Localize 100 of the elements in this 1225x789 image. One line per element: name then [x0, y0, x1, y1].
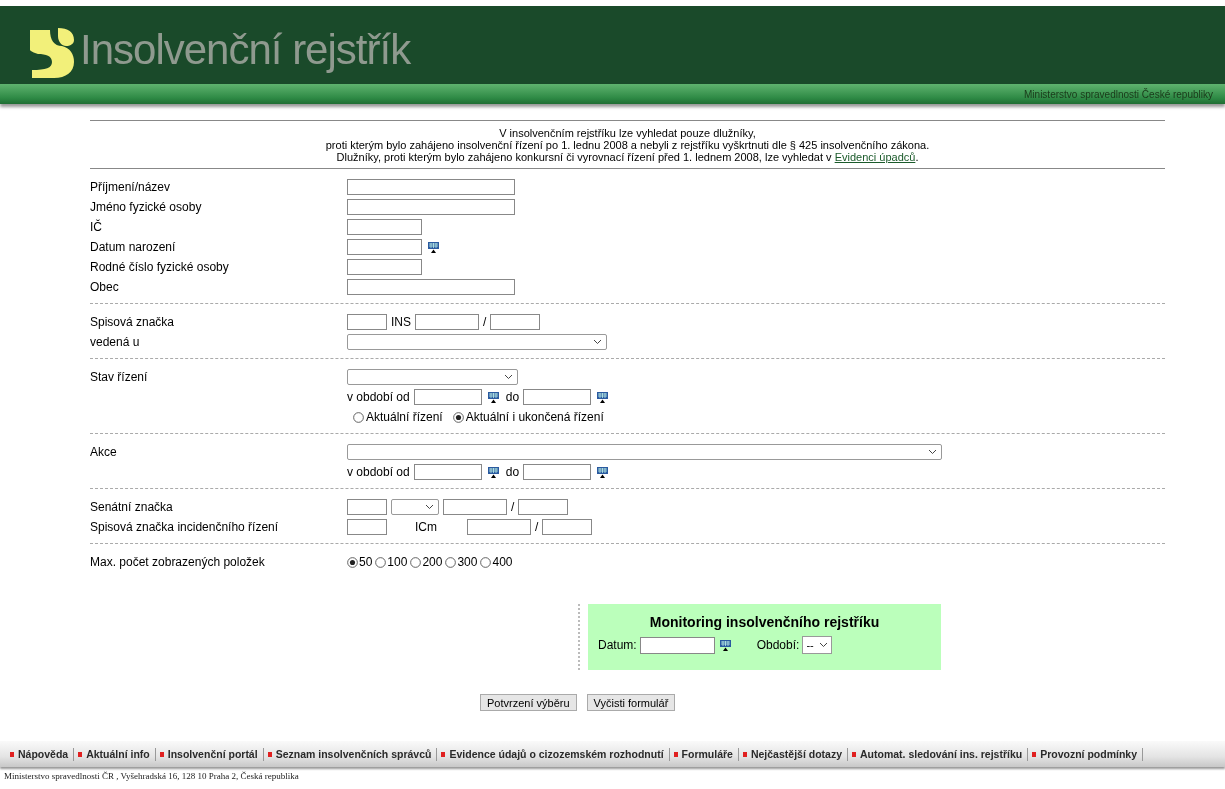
radio-label: 200: [422, 555, 443, 569]
input-field[interactable]: [347, 259, 422, 275]
input-field[interactable]: [523, 464, 592, 480]
field-label: do: [505, 465, 520, 479]
input-field[interactable]: [347, 314, 387, 330]
ministry-name: Ministerstvo spravedlnosti České republiky: [1024, 88, 1213, 100]
chevron-down-icon: [819, 642, 829, 648]
field-label: INS: [391, 315, 411, 329]
input-field[interactable]: [467, 519, 531, 535]
nav-link[interactable]: Formuláře: [681, 747, 733, 761]
site-title: Insolvenční rejstřík: [80, 26, 411, 74]
radio-button[interactable]: [375, 556, 387, 568]
input-field[interactable]: [518, 499, 569, 515]
input-field[interactable]: [347, 279, 515, 295]
field-label: /: [483, 315, 487, 329]
field-label: Akce: [90, 445, 117, 459]
radio-label: Aktuální řízení: [366, 410, 443, 424]
calendar-icon[interactable]: [597, 391, 609, 403]
form-button[interactable]: Vyčisti formulář: [586, 694, 676, 711]
nav-link[interactable]: Provozní podmínky: [1040, 747, 1138, 761]
field-label: Stav řízení: [90, 370, 148, 384]
field-label: do: [505, 390, 520, 404]
intro-text: V insolvenčním rejstříku lze vyhledat pouze dlužníky,: [498, 127, 757, 139]
bullet-icon: [159, 751, 164, 757]
dropdown[interactable]: --: [802, 636, 833, 654]
radio-label: 300: [457, 555, 478, 569]
dropdown[interactable]: [391, 499, 439, 515]
input-field[interactable]: [413, 464, 482, 480]
nav-link[interactable]: Insolvenční portál: [167, 747, 258, 761]
input-field[interactable]: [415, 314, 479, 330]
field-label: Spisová značka: [90, 315, 175, 329]
nav-link[interactable]: Nejčastější dotazy: [750, 747, 842, 761]
radio-label: 50: [359, 555, 373, 569]
field-label: ICm: [415, 520, 437, 534]
radio-button[interactable]: [452, 411, 464, 423]
dropdown[interactable]: [347, 369, 518, 385]
input-field[interactable]: [490, 314, 541, 330]
field-label: Senátní značka: [90, 500, 173, 514]
bullet-icon: [441, 751, 446, 757]
calendar-icon[interactable]: [487, 466, 499, 478]
chevron-down-icon: [504, 374, 513, 380]
field-label: IČ: [90, 220, 102, 234]
input-field[interactable]: [347, 499, 387, 515]
input-field[interactable]: [413, 389, 482, 405]
field-label: Příjmení/název: [90, 180, 171, 194]
field-label: Rodné číslo fyzické osoby: [90, 260, 229, 274]
radio-button[interactable]: [445, 556, 457, 568]
bullet-icon: [267, 751, 272, 757]
radio-button[interactable]: [410, 556, 422, 568]
bullet-icon: [1032, 751, 1037, 757]
bullet-icon: [673, 751, 678, 757]
radio-label: 400: [492, 555, 513, 569]
bullet-icon: [10, 751, 14, 757]
dropdown[interactable]: [347, 334, 607, 350]
panel-title: Monitoring insolvenčního rejstříku: [648, 614, 881, 630]
radio-button[interactable]: [347, 556, 358, 568]
field-label: Max. počet zobrazených položek: [90, 555, 265, 569]
chevron-down-icon: [593, 339, 602, 345]
input-field[interactable]: [639, 636, 715, 654]
input-field[interactable]: [347, 519, 387, 535]
nav-link[interactable]: Seznam insolvenčních správců: [275, 747, 432, 761]
input-field[interactable]: [347, 179, 515, 195]
input-field[interactable]: [443, 499, 507, 515]
form-button[interactable]: Potvrzení výběru: [480, 694, 577, 711]
bullet-icon: [742, 751, 747, 757]
nav-link[interactable]: Evidence údajů o cizozemském rozhodnutí: [449, 747, 664, 761]
calendar-icon[interactable]: [487, 391, 499, 403]
intro-text: Dlužníky, proti kterým bylo zahájeno konkursní či vyrovnací řízení před 1. lednem 2008, lze vyhledat v Evidenci úpadců.: [335, 151, 920, 163]
radio-button[interactable]: [480, 556, 492, 568]
address-text: Ministerstvo spravedlnosti ČR , Vyšehradská 16, 128 10 Praha 2, Česká republika: [4, 771, 300, 782]
field-label: Datum narození: [90, 240, 176, 254]
input-field[interactable]: [347, 239, 422, 255]
radio-button[interactable]: [353, 411, 364, 423]
calendar-icon[interactable]: [597, 466, 609, 478]
chevron-down-icon: [928, 449, 937, 455]
field-label: Období:: [756, 638, 800, 652]
calendar-icon[interactable]: [719, 639, 731, 651]
intro-text: proti kterým bylo zahájeno insolvenční řízení po 1. lednu 2008 a nebyli z rejstříku vyškrtnuti dle § 425 insolvenčního zákona.: [324, 139, 931, 151]
nav-link[interactable]: Nápověda: [18, 747, 69, 761]
field-label: Datum:: [598, 638, 637, 652]
field-label: /: [535, 520, 539, 534]
input-field[interactable]: [542, 519, 593, 535]
nav-link[interactable]: Aktuální info: [86, 747, 150, 761]
field-label: Spisová značka incidenčního řízení: [90, 520, 279, 534]
logo-icon: [30, 26, 76, 78]
field-label: Obec: [90, 280, 119, 294]
bullet-icon: [78, 751, 83, 757]
nav-link[interactable]: Automat. sledování ins. rejstříku: [860, 747, 1023, 761]
field-label: v období od: [347, 465, 410, 479]
calendar-icon[interactable]: [428, 241, 439, 253]
field-label: vedená u: [90, 335, 140, 349]
input-field[interactable]: [347, 199, 515, 215]
input-field[interactable]: [523, 389, 592, 405]
field-label: v období od: [347, 390, 410, 404]
bullet-icon: [852, 751, 856, 757]
input-field[interactable]: [347, 219, 422, 235]
radio-label: Aktuální i ukončená řízení: [465, 410, 604, 424]
field-label: Jméno fyzické osoby: [90, 200, 202, 214]
dropdown[interactable]: [347, 444, 942, 460]
field-label: /: [511, 500, 515, 514]
